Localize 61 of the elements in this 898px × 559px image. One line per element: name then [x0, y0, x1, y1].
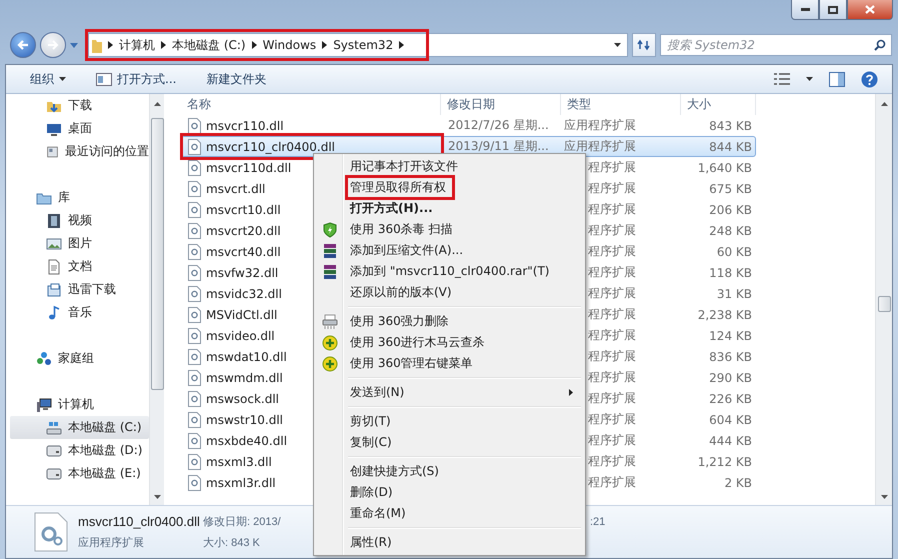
file-size: 290 KB — [708, 370, 752, 384]
file-type: 程序扩展 — [588, 243, 636, 260]
file-type: 程序扩展 — [588, 369, 636, 386]
file-type: 程序扩展 — [588, 390, 636, 407]
file-size: 1,640 KB — [696, 160, 752, 174]
file-type: 程序扩展 — [588, 201, 636, 218]
file-size: 206 KB — [708, 202, 752, 216]
file-type: 程序扩展 — [588, 327, 636, 344]
file-type: 程序扩展 — [588, 306, 636, 323]
file-size: 118 KB — [708, 266, 752, 280]
file-name: msxml3r.dll — [206, 476, 276, 490]
file-size: 675 KB — [708, 182, 752, 196]
file-name: msvcrt40.dll — [206, 244, 281, 258]
file-size: 1,212 KB — [696, 454, 752, 468]
file-type: 应用程序扩展 — [564, 117, 636, 134]
file-name: msvfw32.dll — [206, 266, 278, 280]
file-size: 444 KB — [708, 434, 752, 448]
file-name: msxml3.dll — [206, 454, 272, 468]
file-size: 836 KB — [708, 350, 752, 364]
file-type: 应用程序扩展 — [78, 536, 144, 550]
file-type: 程序扩展 — [588, 264, 636, 281]
file-name: MSVidCtl.dll — [206, 308, 278, 322]
file-type: 程序扩展 — [588, 453, 636, 470]
file-size: 843 KB — [708, 118, 752, 132]
file-name: msvcrt.dll — [206, 182, 266, 196]
file-size: 60 KB — [716, 244, 752, 258]
file-size: 31 KB — [716, 286, 752, 300]
modified-time: :21 — [590, 516, 606, 528]
file-name: msvidc32.dll — [206, 286, 282, 300]
file-name: msxbde40.dll — [206, 434, 288, 448]
file-size: 2,238 KB — [696, 308, 752, 322]
file-name: msvcr110d.dll — [206, 160, 292, 174]
file-name: msvcrt20.dll — [206, 224, 281, 238]
file-name: mswsock.dll — [206, 392, 279, 406]
file-type: 应用程序扩展 — [564, 138, 636, 155]
modified-date: 修改日期: 2013/ — [203, 515, 281, 529]
file-name: msvcr110.dll — [206, 118, 284, 132]
file-name: msvideo.dll — [206, 328, 275, 342]
file-date: 2013/9/11 星期... — [447, 138, 550, 155]
file-name: mswstr10.dll — [206, 412, 284, 426]
file-name: msvcr110_clr0400.dll — [78, 514, 200, 529]
file-name: msvcr110_clr0400.dll — [206, 140, 335, 154]
file-type: 程序扩展 — [588, 285, 636, 302]
file-type: 程序扩展 — [588, 411, 636, 428]
file-date: 2012/7/26 星期... — [447, 117, 550, 134]
file-type: 程序扩展 — [588, 432, 636, 449]
file-name: msvcrt10.dll — [206, 202, 281, 216]
file-type: 程序扩展 — [588, 159, 636, 176]
file-type: 程序扩展 — [588, 180, 636, 197]
file-type: 程序扩展 — [588, 474, 636, 491]
file-size: 248 KB — [708, 224, 752, 238]
file-type: 程序扩展 — [588, 222, 636, 239]
file-size: 124 KB — [708, 328, 752, 342]
file-name: mswdat10.dll — [206, 350, 287, 364]
file-size: 844 KB — [708, 140, 752, 154]
file-type: 程序扩展 — [588, 348, 636, 365]
file-size: 大小: 843 K — [203, 536, 260, 550]
file-size: 2 KB — [723, 476, 752, 490]
file-name: mswmdm.dll — [206, 370, 283, 384]
file-size: 226 KB — [708, 392, 752, 406]
file-size: 604 KB — [708, 412, 752, 426]
